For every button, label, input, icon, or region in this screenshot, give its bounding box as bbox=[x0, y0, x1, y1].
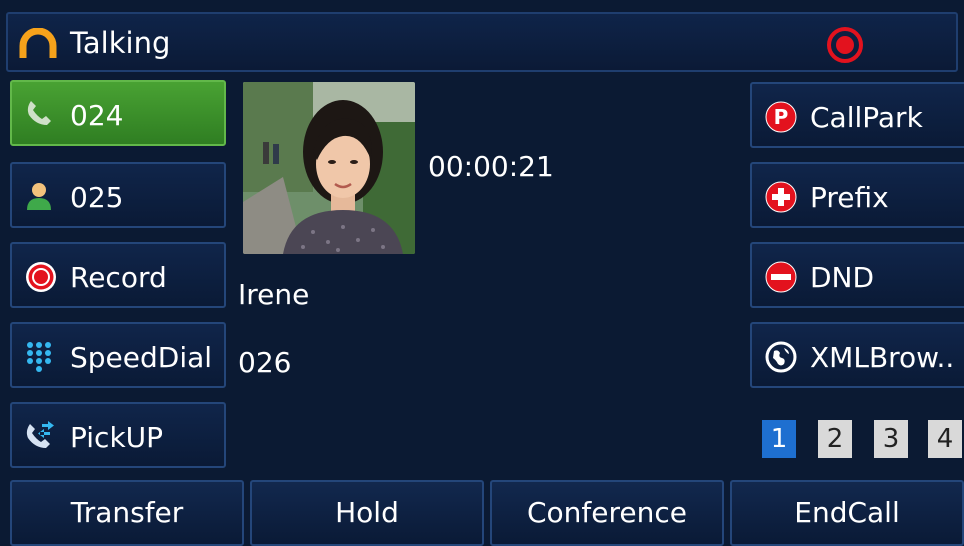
status-bar: Talking bbox=[6, 12, 958, 72]
call-duration: 00:00:21 bbox=[428, 150, 554, 183]
xmlbrowser-key[interactable]: XMLBrow.. bbox=[750, 322, 964, 388]
line-key-label: DND bbox=[810, 261, 875, 294]
conference-softkey[interactable]: Conference bbox=[490, 480, 724, 546]
line-key-label: 024 bbox=[70, 99, 124, 132]
line-key-label: PickUP bbox=[70, 421, 164, 454]
line-key-label: 025 bbox=[70, 181, 124, 214]
contact-photo bbox=[243, 82, 415, 254]
contact-icon bbox=[24, 180, 54, 219]
record-key[interactable]: Record bbox=[10, 242, 226, 308]
hold-softkey[interactable]: Hold bbox=[250, 480, 484, 546]
phone-screen: Talking 024 025 Record SpeedDial PickUP … bbox=[0, 0, 964, 546]
endcall-softkey[interactable]: EndCall bbox=[730, 480, 964, 546]
pickup-icon bbox=[24, 420, 56, 459]
page-3-button[interactable]: 3 bbox=[874, 420, 908, 458]
plus-circle-icon bbox=[764, 180, 798, 221]
prefix-key[interactable]: Prefix bbox=[750, 162, 964, 228]
headset-icon bbox=[18, 27, 58, 64]
svg-text:P: P bbox=[774, 105, 789, 129]
keypad-icon bbox=[24, 340, 54, 379]
line-key-label: Record bbox=[70, 261, 167, 294]
handset-icon bbox=[24, 98, 54, 135]
callee-number: 026 bbox=[238, 346, 292, 379]
dnd-key[interactable]: DND bbox=[750, 242, 964, 308]
callpark-key[interactable]: P CallPark bbox=[750, 82, 964, 148]
speeddial-key[interactable]: SpeedDial bbox=[10, 322, 226, 388]
line-key-label: SpeedDial bbox=[70, 341, 213, 374]
line-key-label: XMLBrow.. bbox=[810, 341, 955, 374]
record-icon bbox=[24, 260, 58, 301]
callee-name: Irene bbox=[238, 278, 310, 311]
transfer-softkey[interactable]: Transfer bbox=[10, 480, 244, 546]
recording-indicator-icon bbox=[826, 26, 864, 68]
pickup-key[interactable]: PickUP bbox=[10, 402, 226, 468]
line-key-024[interactable]: 024 bbox=[10, 80, 226, 146]
line-key-025[interactable]: 025 bbox=[10, 162, 226, 228]
globe-icon bbox=[764, 340, 798, 381]
page-4-button[interactable]: 4 bbox=[928, 420, 962, 458]
page-2-button[interactable]: 2 bbox=[818, 420, 852, 458]
park-icon: P bbox=[764, 100, 798, 141]
page-1-button[interactable]: 1 bbox=[762, 420, 796, 458]
line-key-label: CallPark bbox=[810, 101, 923, 134]
line-key-label: Prefix bbox=[810, 181, 889, 214]
call-status-title: Talking bbox=[70, 26, 171, 60]
dnd-icon bbox=[764, 260, 798, 301]
